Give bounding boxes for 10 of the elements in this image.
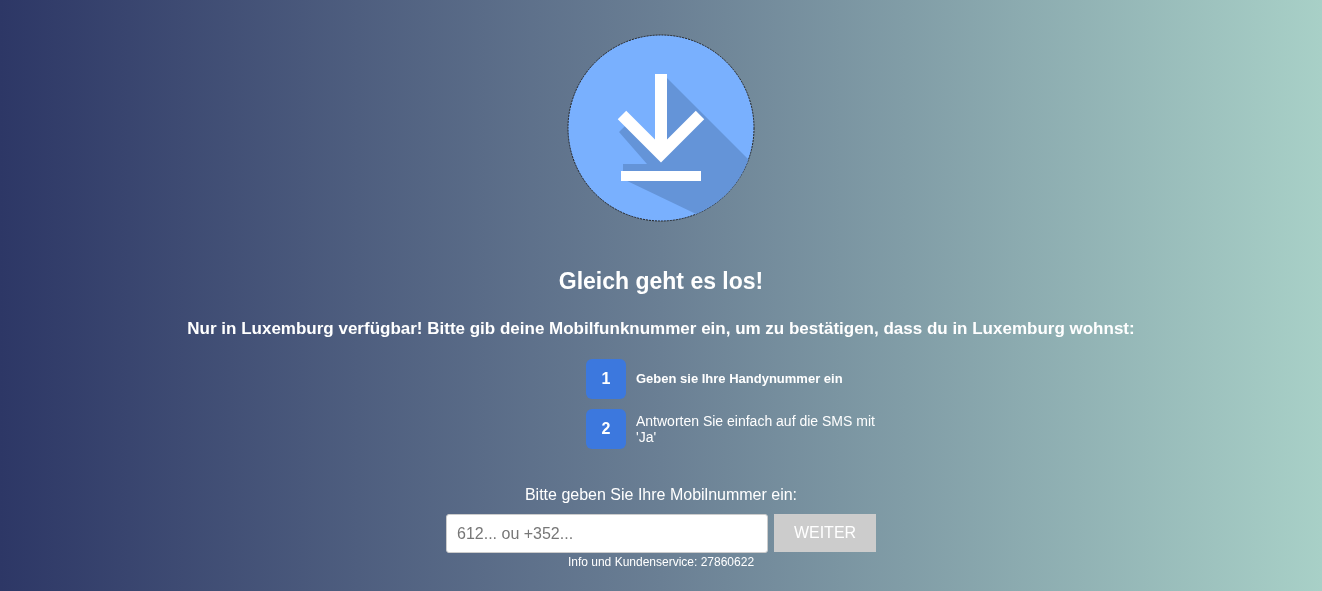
footer-text: Info und Kundenservice: 27860622 — [567, 555, 755, 569]
step-number: 1 — [586, 359, 626, 399]
download-icon — [567, 34, 755, 222]
page-title: Gleich geht es los! — [558, 268, 764, 295]
step-text: Geben sie Ihre Handynummer ein — [636, 371, 843, 387]
subtitle: Nur in Luxemburg verfügbar! Bitte gib deine Mobilfunknummer ein, um zu bestätigen, dass du in Luxemburg wohnst: — [187, 319, 1135, 339]
step-number: 2 — [586, 409, 626, 449]
step-text: Antworten Sie einfach auf die SMS mit 'Ja' — [636, 413, 876, 445]
field-label: Bitte geben Sie Ihre Mobilnummer ein: — [524, 486, 798, 504]
phone-input-field[interactable]: 612... ou +352... — [446, 514, 768, 553]
